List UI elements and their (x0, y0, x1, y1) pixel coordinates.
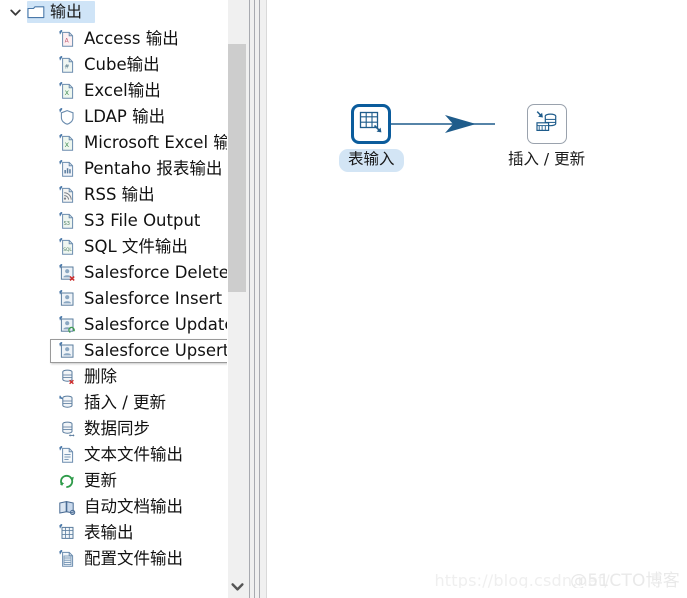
tree-item[interactable]: # Cube输出 (0, 52, 227, 78)
steps-tree-panel[interactable]: 输出 A Access 输出 # Cube输出 X Excel输出 LDAP 输出 X Micr… (0, 0, 227, 598)
tree-item-label: 文本文件输出 (84, 444, 183, 464)
sash-line (259, 0, 260, 598)
s3-file-output-icon: S3 (57, 211, 77, 231)
tree-item[interactable]: 自动文档输出 (0, 494, 227, 520)
sash-line (254, 0, 255, 598)
step-label[interactable]: 表输入 (339, 149, 404, 172)
pentaho-report-output-icon (57, 159, 77, 179)
folder-icon (26, 4, 45, 20)
tree-item-label: S3 File Output (84, 210, 201, 230)
tree-item[interactable]: LDAP 输出 (0, 104, 227, 130)
table-output-icon (57, 523, 77, 543)
hop-connector (379, 115, 495, 133)
tree-item-label: Salesforce Insert (84, 288, 223, 308)
kettle-spoon-window: 输出 A Access 输出 # Cube输出 X Excel输出 LDAP 输出 X Micr… (0, 0, 687, 598)
tree-item[interactable]: 更新 (0, 468, 227, 494)
sql-file-output-icon: SQL (57, 237, 77, 257)
scrollbar-thumb[interactable] (228, 44, 246, 292)
tree-item-label: 插入 / 更新 (84, 392, 167, 412)
steps-tree-list: A Access 输出 # Cube输出 X Excel输出 LDAP 输出 X Microso… (0, 26, 227, 572)
insert-update-step-icon (534, 109, 560, 140)
text-file-output-icon (57, 445, 77, 465)
tree-item-label: 删除 (84, 366, 117, 386)
tree-item[interactable]: 文本文件输出 (0, 442, 227, 468)
tree-item-label: 自动文档输出 (84, 496, 183, 516)
excel-output-icon: X (57, 81, 77, 101)
microsoft-excel-output-icon: X (57, 133, 77, 153)
sash-line (249, 0, 250, 598)
properties-output-icon (57, 549, 77, 569)
tree-item-label: 更新 (84, 470, 117, 490)
tree-item-label: RSS 输出 (84, 184, 155, 204)
tree-item[interactable]: Salesforce Delete (0, 260, 227, 286)
ldap-output-icon (57, 107, 77, 127)
tree-root-label: 输出 (50, 2, 83, 21)
tree-item-label: 表输出 (84, 522, 134, 542)
delete-icon (57, 367, 77, 387)
tree-item[interactable]: A Access 输出 (0, 26, 227, 52)
tree-item[interactable]: Salesforce Update (0, 312, 227, 338)
salesforce-delete-icon (57, 263, 77, 283)
tree-item[interactable]: 插入 / 更新 (0, 390, 227, 416)
auto-doc-output-icon (57, 497, 77, 517)
canvas-bottom-strip (267, 588, 687, 598)
svg-text:S3: S3 (64, 221, 70, 227)
tree-vertical-scrollbar[interactable] (228, 0, 246, 598)
tree-item[interactable]: 配置文件输出 (0, 546, 227, 572)
salesforce-upsert-icon (57, 341, 77, 361)
tree-item-label: Cube输出 (84, 54, 160, 74)
tree-item-label: Salesforce Update (84, 314, 227, 334)
chevron-down-icon[interactable] (6, 3, 24, 21)
tree-item[interactable]: Pentaho 报表输出 (0, 156, 227, 182)
svg-text:X: X (65, 89, 70, 97)
tree-item-label: SQL 文件输出 (84, 236, 188, 256)
canvas-step-insert-update[interactable]: 插入 / 更新 (499, 104, 594, 172)
tree-item[interactable]: Salesforce Insert (0, 286, 227, 312)
insert-update-icon (57, 393, 77, 413)
tree-item[interactable]: Salesforce Upsert (0, 338, 227, 364)
cube-output-icon: # (57, 55, 77, 75)
tree-item-label: 数据同步 (84, 418, 150, 438)
tree-item[interactable]: RSS 输出 (0, 182, 227, 208)
scrollbar-down-chevron-down-icon[interactable] (228, 576, 246, 598)
svg-text:#: # (64, 64, 69, 71)
panel-divider-sash[interactable] (246, 0, 266, 598)
tree-item[interactable]: 删除 (0, 364, 227, 390)
table-input-icon (358, 109, 384, 140)
salesforce-update-icon (57, 315, 77, 335)
step-icon-box[interactable] (351, 104, 392, 144)
tree-item-label: Salesforce Upsert (84, 340, 227, 360)
tree-item-label: Pentaho 报表输出 (84, 158, 223, 178)
data-sync-icon (57, 419, 77, 439)
svg-text:X: X (65, 141, 70, 149)
tree-item[interactable]: X Microsoft Excel 输出 (0, 130, 227, 156)
step-label[interactable]: 插入 / 更新 (499, 149, 594, 172)
tree-item-label: Excel输出 (84, 80, 161, 100)
tree-item[interactable]: S3 S3 File Output (0, 208, 227, 234)
tree-item-label: Access 输出 (84, 28, 179, 48)
rss-output-icon (57, 185, 77, 205)
tree-root-output[interactable]: 输出 (0, 0, 227, 24)
canvas-step-table-input[interactable]: 表输入 (339, 104, 404, 172)
tree-item-label: Microsoft Excel 输出 (84, 132, 227, 152)
step-icon-box[interactable] (526, 104, 567, 144)
access-output-icon: A (57, 29, 77, 49)
tree-item-label: Salesforce Delete (84, 262, 227, 282)
update-icon (57, 471, 77, 491)
salesforce-insert-icon (57, 289, 77, 309)
tree-item-label: LDAP 输出 (84, 106, 166, 126)
transformation-canvas[interactable]: 表输入 插入 / 更新 https://blog.csdn.net/ @51CT… (266, 0, 687, 598)
tree-item[interactable]: 数据同步 (0, 416, 227, 442)
tree-item-label: 配置文件输出 (84, 548, 183, 568)
tree-item[interactable]: SQL SQL 文件输出 (0, 234, 227, 260)
svg-text:SQL: SQL (63, 247, 72, 253)
tree-item[interactable]: 表输出 (0, 520, 227, 546)
tree-item[interactable]: X Excel输出 (0, 78, 227, 104)
